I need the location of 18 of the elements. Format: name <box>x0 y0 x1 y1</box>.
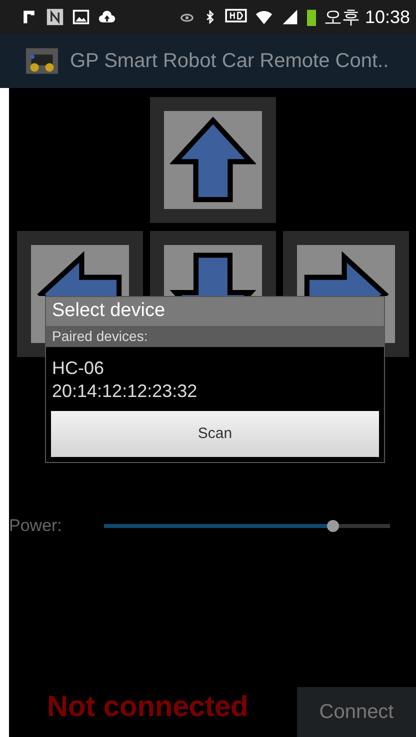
clock: 오후 10:38 <box>324 6 410 28</box>
section-header: Paired devices: <box>46 326 384 347</box>
arrow-icon <box>170 117 256 203</box>
dialog-title: Select device <box>46 297 384 326</box>
connection-status: Not connected <box>47 690 248 724</box>
signal-icon <box>280 8 299 26</box>
app-title: GP Smart Robot Car Remote Cont.. <box>70 49 389 74</box>
slider-thumb[interactable] <box>326 520 339 532</box>
arrow-button[interactable] <box>150 97 276 223</box>
image-icon <box>72 8 90 26</box>
power-label: Power: <box>9 515 63 538</box>
device-item[interactable]: HC-06 20:14:12:12:23:32 <box>52 357 378 403</box>
power-slider[interactable] <box>104 520 390 532</box>
robot-car-icon <box>26 48 58 74</box>
scan-button[interactable]: Scan <box>51 411 379 457</box>
battery-icon <box>306 8 316 26</box>
wifi-icon <box>254 8 273 26</box>
connect-button[interactable]: Connect <box>297 687 416 737</box>
